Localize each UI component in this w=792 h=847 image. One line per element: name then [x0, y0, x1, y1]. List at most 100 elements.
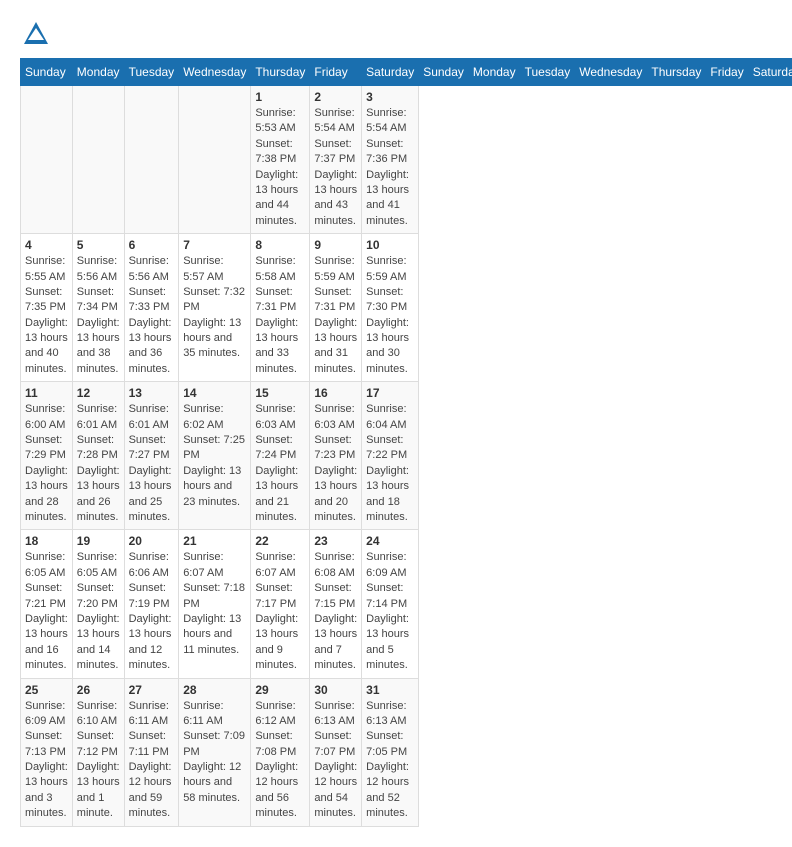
calendar-cell: 1 Sunrise: 5:53 AMSunset: 7:38 PMDaylight… [251, 86, 310, 234]
header-day-thursday: Thursday [251, 59, 310, 86]
calendar-cell: 17Sunrise: 6:04 AMSunset: 7:22 PMDayligh… [362, 382, 419, 530]
header-day-thursday: Thursday [647, 59, 706, 86]
day-info: Sunrise: 6:03 AMSunset: 7:24 PMDaylight:… [255, 402, 305, 525]
calendar-cell: 26 Sunrise: 6:10 AMSunset: 7:12 PMDayligh… [72, 678, 124, 826]
calendar-cell: 21 Sunrise: 6:07 AMSunset: 7:18 PMDayligh… [179, 530, 251, 678]
day-info: Sunrise: 6:03 AMSunset: 7:23 PMDaylight:… [314, 402, 357, 525]
day-number: 30 [314, 683, 357, 697]
day-number: 20 [129, 534, 175, 548]
header-day-sunday: Sunday [419, 59, 469, 86]
day-number: 7 [183, 238, 246, 252]
day-info: Sunrise: 5:59 AMSunset: 7:31 PMDaylight:… [314, 254, 357, 377]
calendar-cell: 22Sunrise: 6:07 AMSunset: 7:17 PMDayligh… [251, 530, 310, 678]
header-day-monday: Monday [468, 59, 520, 86]
day-number: 27 [129, 683, 175, 697]
day-info: Sunrise: 5:57 AMSunset: 7:32 PMDaylight:… [183, 254, 246, 362]
day-info: Sunrise: 5:56 AMSunset: 7:34 PMDaylight:… [77, 254, 120, 377]
day-number: 8 [255, 238, 305, 252]
calendar-week-3: 11 Sunrise: 6:00 AMSunset: 7:29 PMDayligh… [21, 382, 792, 530]
day-number: 15 [255, 386, 305, 400]
day-number: 1 [255, 90, 305, 104]
day-info: Sunrise: 6:01 AMSunset: 7:28 PMDaylight:… [77, 402, 120, 525]
day-info: Sunrise: 5:59 AMSunset: 7:30 PMDaylight:… [366, 254, 414, 377]
logo-icon [22, 20, 50, 48]
calendar-cell: 6Sunrise: 5:56 AMSunset: 7:33 PMDaylight… [124, 234, 179, 382]
day-info: Sunrise: 6:01 AMSunset: 7:27 PMDaylight:… [129, 402, 175, 525]
calendar-cell: 7 Sunrise: 5:57 AMSunset: 7:32 PMDaylight… [179, 234, 251, 382]
calendar-cell [179, 86, 251, 234]
calendar-cell [72, 86, 124, 234]
day-number: 11 [25, 386, 68, 400]
day-info: Sunrise: 6:12 AMSunset: 7:08 PMDaylight:… [255, 699, 305, 822]
day-number: 22 [255, 534, 305, 548]
day-info: Sunrise: 5:54 AMSunset: 7:36 PMDaylight:… [366, 106, 414, 229]
day-number: 31 [366, 683, 414, 697]
calendar-cell: 9 Sunrise: 5:59 AMSunset: 7:31 PMDaylight… [310, 234, 362, 382]
calendar-cell: 30 Sunrise: 6:13 AMSunset: 7:07 PMDayligh… [310, 678, 362, 826]
calendar-cell: 25 Sunrise: 6:09 AMSunset: 7:13 PMDayligh… [21, 678, 73, 826]
day-number: 5 [77, 238, 120, 252]
header-day-friday: Friday [310, 59, 362, 86]
calendar-cell: 27 Sunrise: 6:11 AMSunset: 7:11 PMDayligh… [124, 678, 179, 826]
day-info: Sunrise: 6:02 AMSunset: 7:25 PMDaylight:… [183, 402, 246, 510]
calendar-cell: 16 Sunrise: 6:03 AMSunset: 7:23 PMDayligh… [310, 382, 362, 530]
day-number: 2 [314, 90, 357, 104]
day-number: 13 [129, 386, 175, 400]
day-number: 14 [183, 386, 246, 400]
calendar-cell: 3Sunrise: 5:54 AMSunset: 7:36 PMDaylight… [362, 86, 419, 234]
day-number: 18 [25, 534, 68, 548]
day-number: 4 [25, 238, 68, 252]
day-info: Sunrise: 6:13 AMSunset: 7:05 PMDaylight:… [366, 699, 414, 822]
day-number: 26 [77, 683, 120, 697]
day-number: 21 [183, 534, 246, 548]
calendar-cell [21, 86, 73, 234]
calendar-cell: 8 Sunrise: 5:58 AMSunset: 7:31 PMDaylight… [251, 234, 310, 382]
calendar-week-4: 18Sunrise: 6:05 AMSunset: 7:21 PMDayligh… [21, 530, 792, 678]
day-info: Sunrise: 5:53 AMSunset: 7:38 PMDaylight:… [255, 106, 305, 229]
day-info: Sunrise: 6:10 AMSunset: 7:12 PMDaylight:… [77, 699, 120, 822]
logo [20, 20, 52, 48]
calendar-cell: 14 Sunrise: 6:02 AMSunset: 7:25 PMDayligh… [179, 382, 251, 530]
calendar-cell: 12Sunrise: 6:01 AMSunset: 7:28 PMDayligh… [72, 382, 124, 530]
calendar-cell: 23Sunrise: 6:08 AMSunset: 7:15 PMDayligh… [310, 530, 362, 678]
day-number: 29 [255, 683, 305, 697]
header-day-friday: Friday [706, 59, 748, 86]
calendar-week-1: 1 Sunrise: 5:53 AMSunset: 7:38 PMDaylight… [21, 86, 792, 234]
calendar-cell: 4 Sunrise: 5:55 AMSunset: 7:35 PMDaylight… [21, 234, 73, 382]
calendar-cell: 11 Sunrise: 6:00 AMSunset: 7:29 PMDayligh… [21, 382, 73, 530]
day-info: Sunrise: 6:11 AMSunset: 7:11 PMDaylight:… [129, 699, 175, 822]
day-info: Sunrise: 6:13 AMSunset: 7:07 PMDaylight:… [314, 699, 357, 822]
day-info: Sunrise: 5:55 AMSunset: 7:35 PMDaylight:… [25, 254, 68, 377]
header-day-monday: Monday [72, 59, 124, 86]
calendar-cell: 13 Sunrise: 6:01 AMSunset: 7:27 PMDayligh… [124, 382, 179, 530]
calendar-cell: 10 Sunrise: 5:59 AMSunset: 7:30 PMDayligh… [362, 234, 419, 382]
day-info: Sunrise: 6:07 AMSunset: 7:18 PMDaylight:… [183, 550, 246, 658]
calendar-cell: 2 Sunrise: 5:54 AMSunset: 7:37 PMDaylight… [310, 86, 362, 234]
page-header [20, 20, 772, 48]
day-number: 10 [366, 238, 414, 252]
header-day-tuesday: Tuesday [520, 59, 575, 86]
calendar-cell [124, 86, 179, 234]
day-info: Sunrise: 6:00 AMSunset: 7:29 PMDaylight:… [25, 402, 68, 525]
header-day-tuesday: Tuesday [124, 59, 179, 86]
day-number: 25 [25, 683, 68, 697]
day-info: Sunrise: 6:04 AMSunset: 7:22 PMDaylight:… [366, 402, 414, 525]
calendar-cell: 15 Sunrise: 6:03 AMSunset: 7:24 PMDayligh… [251, 382, 310, 530]
calendar-cell: 5 Sunrise: 5:56 AMSunset: 7:34 PMDaylight… [72, 234, 124, 382]
header-day-saturday: Saturday [362, 59, 419, 86]
calendar-table: SundayMondayTuesdayWednesdayThursdayFrid… [20, 58, 792, 827]
day-number: 9 [314, 238, 357, 252]
header-day-wednesday: Wednesday [575, 59, 647, 86]
day-info: Sunrise: 5:54 AMSunset: 7:37 PMDaylight:… [314, 106, 357, 229]
day-info: Sunrise: 6:09 AMSunset: 7:13 PMDaylight:… [25, 699, 68, 822]
day-number: 6 [129, 238, 175, 252]
day-info: Sunrise: 6:11 AMSunset: 7:09 PMDaylight:… [183, 699, 246, 807]
calendar-cell: 24Sunrise: 6:09 AMSunset: 7:14 PMDayligh… [362, 530, 419, 678]
day-number: 19 [77, 534, 120, 548]
day-number: 28 [183, 683, 246, 697]
calendar-cell: 18Sunrise: 6:05 AMSunset: 7:21 PMDayligh… [21, 530, 73, 678]
day-info: Sunrise: 5:58 AMSunset: 7:31 PMDaylight:… [255, 254, 305, 377]
calendar-cell: 31 Sunrise: 6:13 AMSunset: 7:05 PMDayligh… [362, 678, 419, 826]
day-number: 16 [314, 386, 357, 400]
calendar-header-row: SundayMondayTuesdayWednesdayThursdayFrid… [21, 59, 792, 86]
